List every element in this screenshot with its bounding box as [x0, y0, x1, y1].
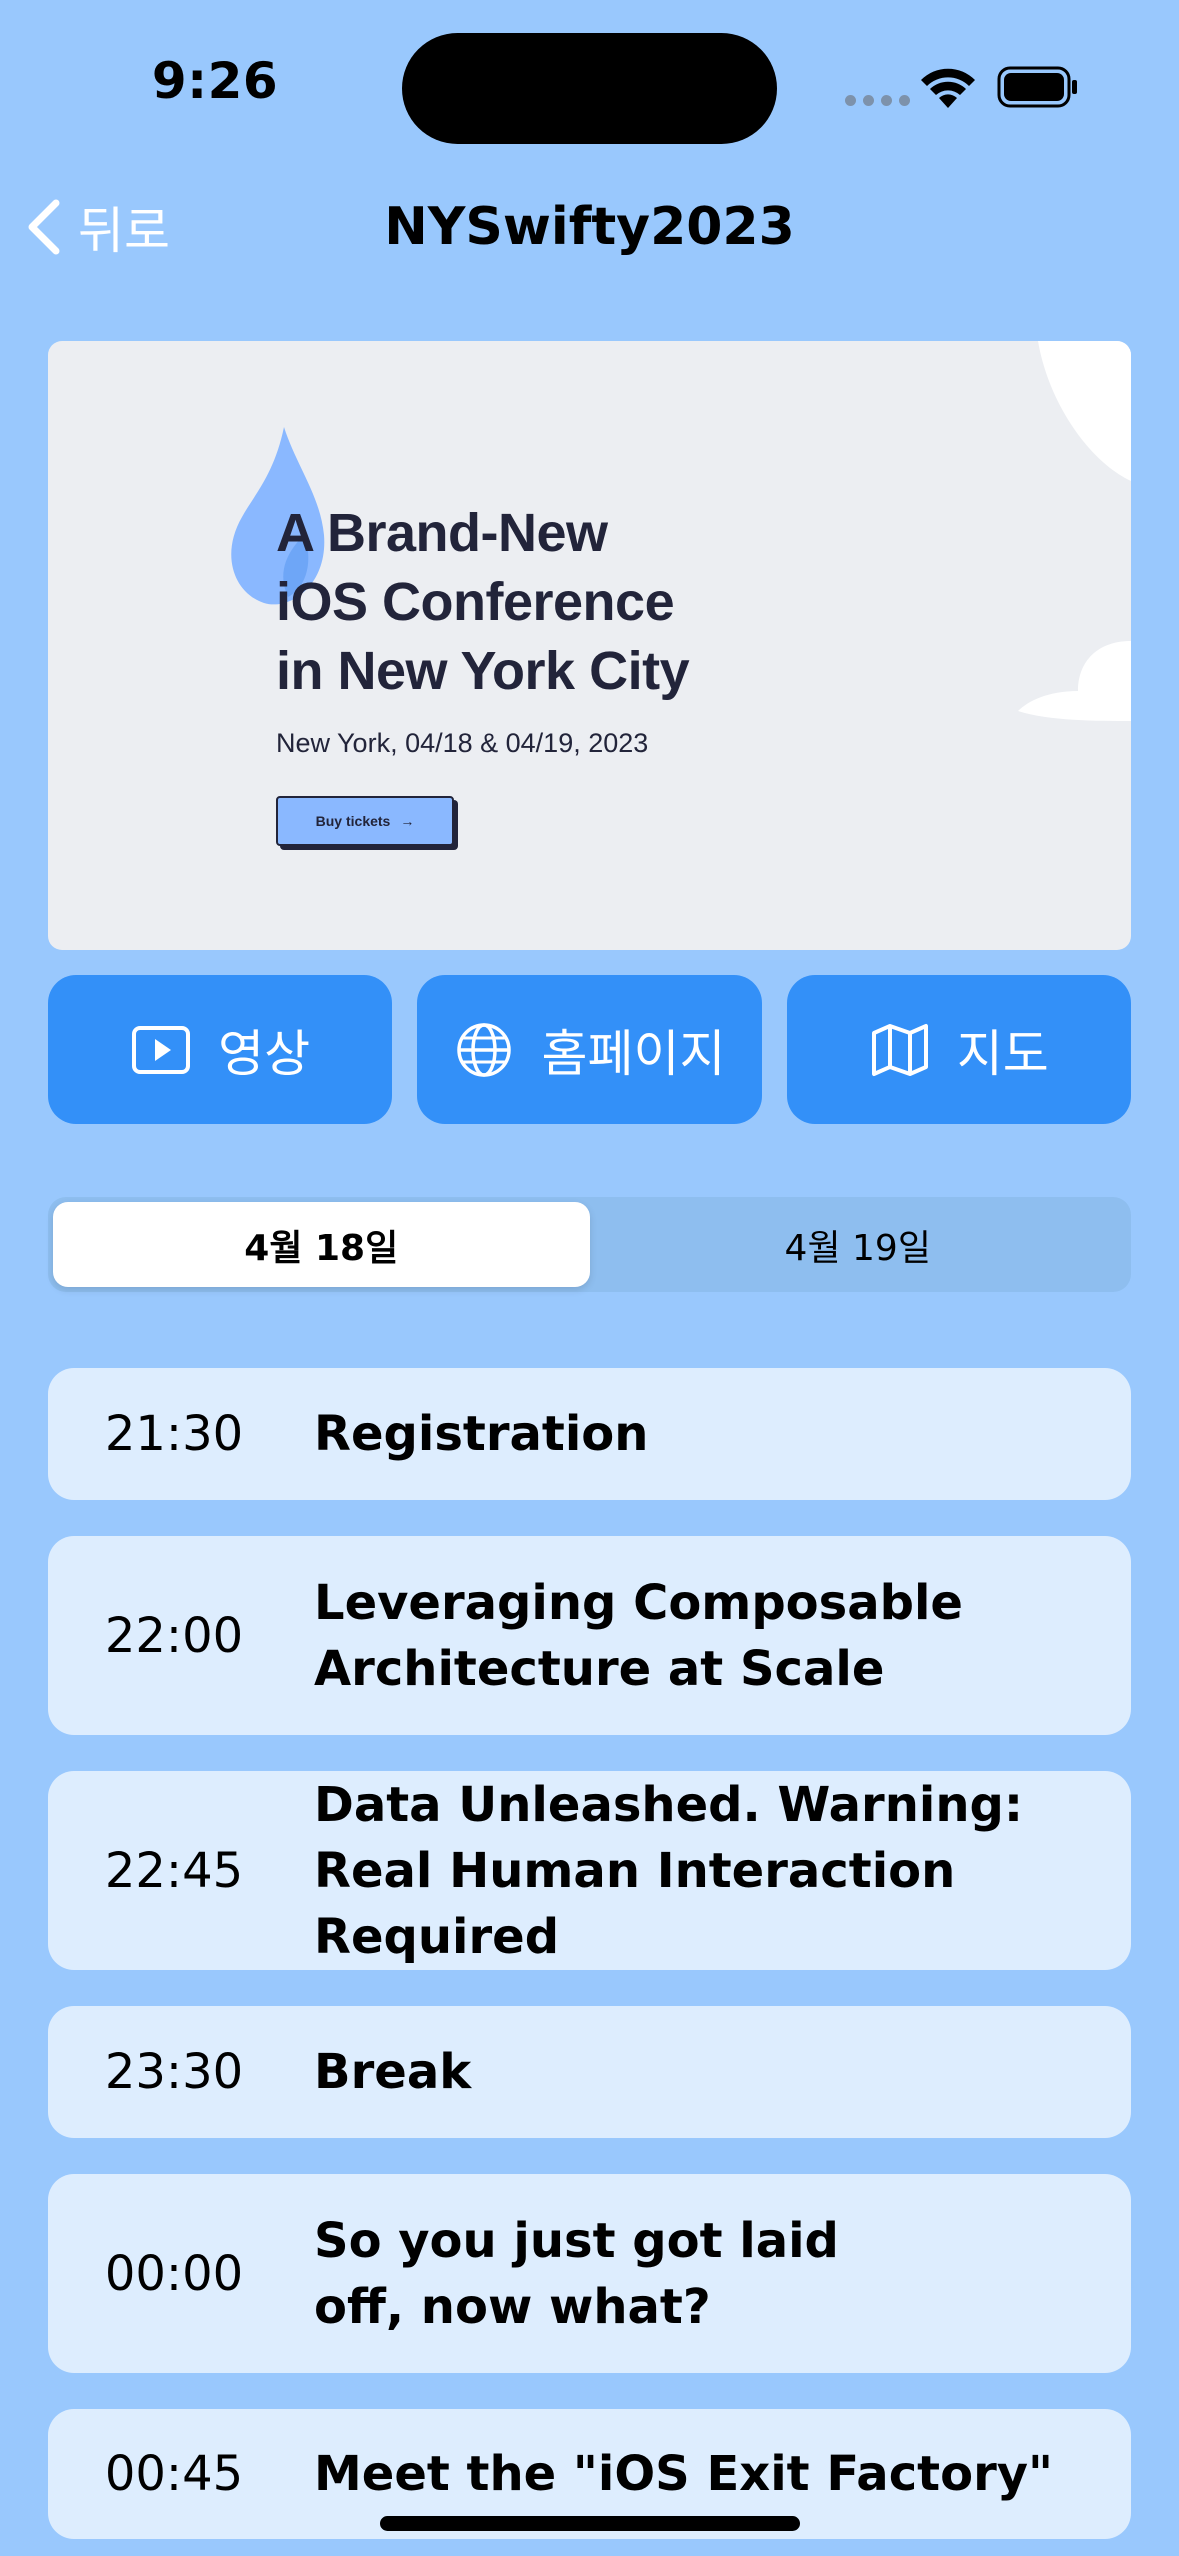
buy-tickets-button[interactable]: Buy tickets →	[276, 796, 454, 846]
battery-icon	[997, 66, 1077, 108]
banner-headline: A Brand-New iOS Conference in New York C…	[276, 499, 690, 706]
wifi-icon	[921, 68, 975, 108]
banner-subtitle: New York, 04/18 & 04/19, 2023	[276, 728, 649, 758]
schedule-list: 21:30 Registration 22:00 Leveraging Comp…	[48, 1368, 1131, 2556]
list-item[interactable]: 21:30 Registration	[48, 1368, 1131, 1500]
session-title: Break	[314, 2044, 472, 2100]
session-time: 22:45	[104, 1842, 244, 1899]
status-time: 9:26	[151, 52, 279, 110]
day-segmented-control: 4월 18일 4월 19일	[48, 1197, 1131, 1292]
screen: 9:26 뒤로 NYSwifty2023 A Brand-New iOS Con…	[0, 0, 1179, 2556]
session-title: Registration	[314, 1406, 649, 1462]
session-title: Leveraging Composable Architecture at Sc…	[314, 1574, 963, 1697]
list-item[interactable]: 00:00 So you just got laid off, now what…	[48, 2174, 1131, 2373]
page-title: NYSwifty2023	[384, 197, 795, 257]
session-time: 21:30	[104, 1406, 244, 1462]
homepage-button[interactable]: 홈페이지	[417, 975, 762, 1124]
list-item[interactable]: 22:00 Leveraging Composable Architecture…	[48, 1536, 1131, 1735]
decorative-shapes	[1018, 341, 1131, 721]
list-item[interactable]: 22:45 Data Unleashed. Warning: Real Huma…	[48, 1771, 1131, 1970]
conference-banner: A Brand-New iOS Conference in New York C…	[48, 341, 1131, 950]
session-time: 23:30	[104, 2044, 244, 2100]
session-time: 00:00	[104, 2245, 244, 2302]
home-indicator[interactable]	[380, 2516, 800, 2531]
session-title: Data Unleashed. Warning: Real Human Inte…	[314, 1776, 1024, 1965]
buy-tickets-label: Buy tickets	[315, 813, 391, 829]
banner-headline-line: iOS Conference	[276, 572, 675, 632]
map-button-label: 지도	[956, 1024, 1049, 1083]
session-title: Meet the "iOS Exit Factory"	[314, 2446, 1054, 2502]
homepage-button-label: 홈페이지	[541, 1024, 726, 1083]
video-button-label: 영상	[218, 1024, 311, 1083]
dynamic-island	[402, 33, 777, 144]
banner-headline-line: A Brand-New	[276, 503, 608, 563]
cellular-signal-icon	[845, 95, 910, 106]
session-time: 22:00	[104, 1607, 244, 1664]
segment-day-1[interactable]: 4월 18일	[53, 1202, 590, 1287]
banner-headline-line: in New York City	[276, 641, 690, 701]
list-item[interactable]: 23:30 Break	[48, 2006, 1131, 2138]
video-button[interactable]: 영상	[48, 975, 393, 1124]
segment-day-2[interactable]: 4월 19일	[590, 1202, 1127, 1287]
session-title: So you just got laid off, now what?	[314, 2212, 839, 2335]
map-button[interactable]: 지도	[786, 975, 1131, 1124]
map-icon	[871, 1023, 928, 1076]
action-buttons: 영상 홈페이지 지도	[48, 975, 1131, 1124]
session-time: 00:45	[104, 2446, 244, 2502]
play-rectangle-icon	[132, 1025, 191, 1074]
arrow-right-icon: →	[400, 813, 415, 829]
globe-icon	[457, 1022, 512, 1077]
